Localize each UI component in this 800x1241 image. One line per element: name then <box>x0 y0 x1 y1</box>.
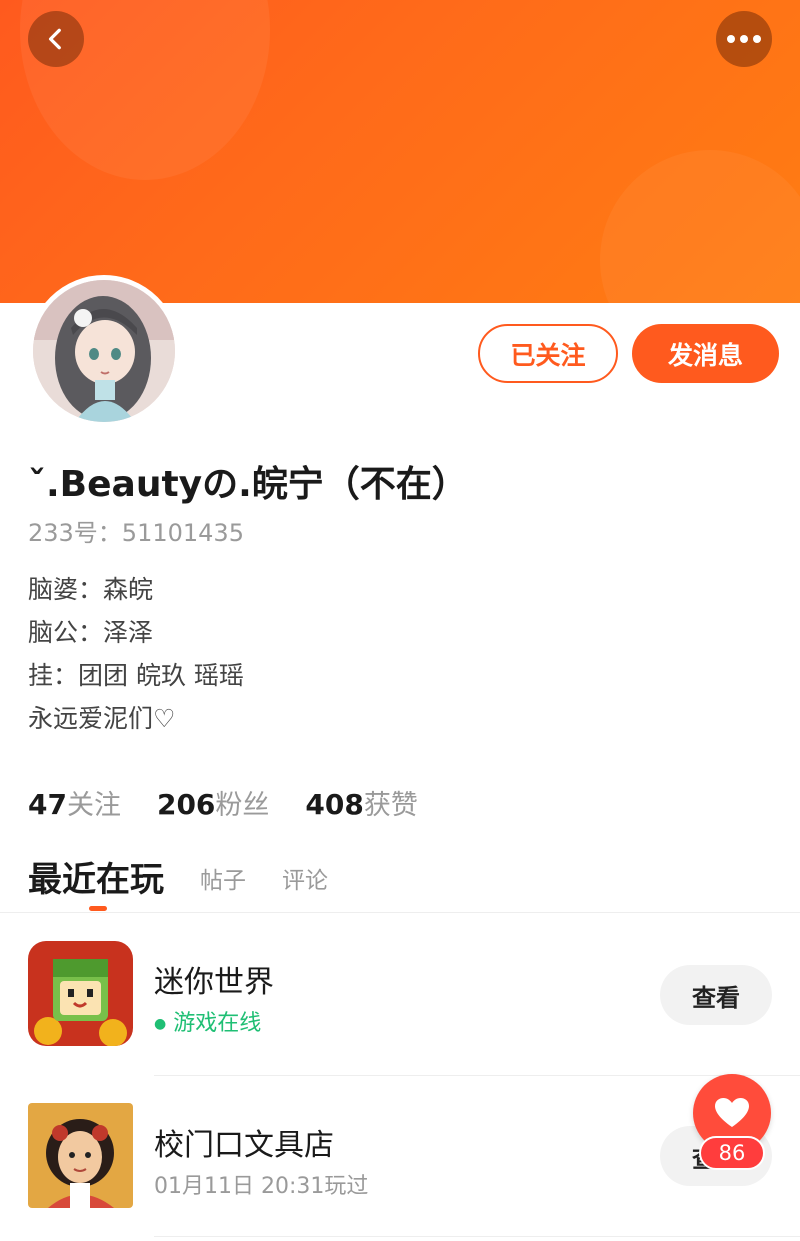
game-icon <box>28 1103 133 1208</box>
stat-value: 47 <box>28 788 67 821</box>
game-title: 迷你世界 <box>154 965 274 1000</box>
tab-posts[interactable]: 帖子 <box>200 861 246 901</box>
stat-following[interactable]: 47 关注 <box>28 783 121 822</box>
avatar-image <box>33 280 175 422</box>
game-title: 校门口文具店 <box>154 1128 334 1163</box>
more-dots-icon <box>727 35 761 43</box>
active-tab-indicator <box>89 906 107 911</box>
stat-value: 206 <box>156 788 216 821</box>
bio-line: 永远爱泥们♡ <box>28 704 176 733</box>
bio-line: 脑婆：森皖 <box>28 575 154 604</box>
stat-value: 408 <box>305 788 364 821</box>
game-row[interactable]: 迷你世界 ● 游戏在线 查看 <box>0 925 800 1060</box>
stat-label: 获赞 <box>363 790 418 821</box>
send-message-button[interactable]: 发消息 <box>632 324 779 383</box>
avatar[interactable] <box>28 275 180 427</box>
back-button[interactable] <box>28 11 84 67</box>
stat-likes[interactable]: 408 获赞 <box>305 783 417 822</box>
view-game-button[interactable]: 查看 <box>660 965 772 1025</box>
bio-line: 脑公：泽泽 <box>28 618 154 647</box>
more-button[interactable] <box>716 11 772 67</box>
game-last-played: 01月11日 20:31玩过 <box>154 1174 369 1199</box>
game-icon <box>28 941 133 1046</box>
bio: 脑婆：森皖 脑公：泽泽 挂：团团 皖玖 瑶瑶 永远爱泥们♡ <box>28 568 244 740</box>
tab-recently-played[interactable]: 最近在玩 <box>28 852 164 901</box>
following-button[interactable]: 已关注 <box>478 324 618 383</box>
game-status-text: 游戏在线 <box>173 1011 262 1036</box>
username: ˇ.Beautyの.皖宁（不在） <box>28 464 468 505</box>
stat-label: 粉丝 <box>215 790 270 821</box>
game-status-online: ● 游戏在线 <box>154 1005 261 1037</box>
like-count-badge: 86 <box>699 1136 765 1170</box>
user-id: 233号：51101435 <box>28 519 244 547</box>
stationery-store-game-icon <box>28 1103 133 1208</box>
divider <box>154 1236 800 1237</box>
stat-label: 关注 <box>66 790 121 821</box>
online-dot-icon: ● <box>154 1016 167 1032</box>
tab-comments[interactable]: 评论 <box>282 861 328 901</box>
stats-bar: 47 关注 206 粉丝 408 获赞 <box>28 783 454 822</box>
profile-banner <box>0 0 800 303</box>
divider <box>0 912 800 913</box>
chevron-left-icon <box>48 28 61 50</box>
profile-tabs: 最近在玩 帖子 评论 <box>28 852 364 901</box>
divider <box>154 1075 800 1076</box>
bio-line: 挂：团团 皖玖 瑶瑶 <box>28 661 244 690</box>
heart-icon <box>715 1098 749 1127</box>
game-row[interactable]: 校门口文具店 01月11日 20:31玩过 查看 <box>0 1088 800 1223</box>
mini-world-game-icon <box>28 941 133 1046</box>
stat-followers[interactable]: 206 粉丝 <box>157 783 269 822</box>
